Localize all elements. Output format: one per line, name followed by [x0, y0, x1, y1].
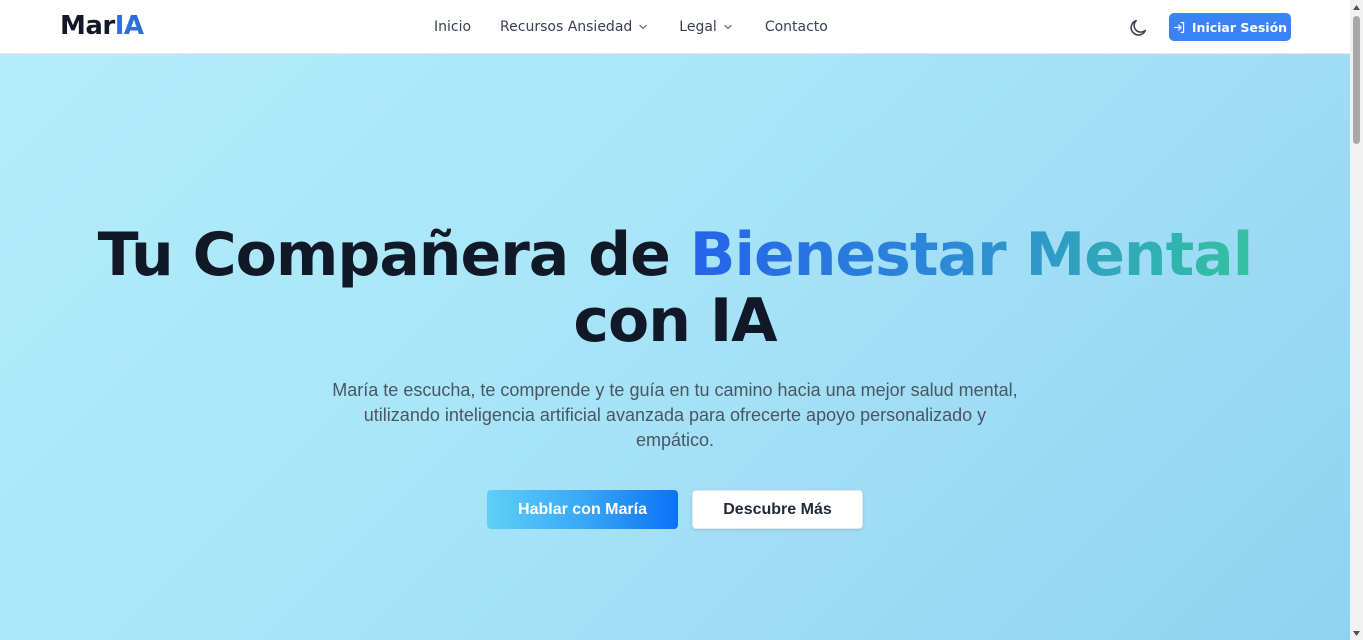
- nav-dropdown-legal[interactable]: Legal: [679, 19, 733, 35]
- theme-toggle-button[interactable]: [1127, 17, 1149, 39]
- chevron-down-icon: [724, 24, 732, 30]
- login-arrow-icon: [1173, 21, 1185, 33]
- logo-text-primary: Mar: [60, 11, 115, 41]
- navbar: MarIA Inicio Recursos Ansiedad Legal Con…: [0, 0, 1350, 54]
- hero-section: Tu Compañera de Bienestar Mental con IA …: [0, 54, 1350, 640]
- discover-more-button[interactable]: Descubre Más: [692, 490, 863, 529]
- hero-subtitle: María te escucha, te comprende y te guía…: [332, 380, 1018, 450]
- login-label: Iniciar Sesión: [1191, 19, 1288, 35]
- hero-title: Tu Compañera de Bienestar Mental con IA: [0, 222, 1350, 354]
- nav-dropdown-label: Recursos Ansiedad: [500, 19, 633, 35]
- page: MarIA Inicio Recursos Ansiedad Legal Con…: [0, 0, 1350, 640]
- logo-text-accent: IA: [114, 11, 144, 41]
- nav-link-contacto[interactable]: Contacto: [765, 19, 828, 35]
- nav-link-inicio[interactable]: Inicio: [434, 19, 471, 35]
- hero-title-highlight: Bienestar Mental: [689, 220, 1254, 290]
- main-nav: Inicio Recursos Ansiedad Legal Contacto: [434, 0, 828, 54]
- page-scrollbar[interactable]: [1350, 0, 1363, 640]
- hero-title-plain: Tu Compañera de: [97, 220, 690, 290]
- talk-to-maria-button[interactable]: Hablar con María: [487, 490, 678, 529]
- chevron-down-icon: [639, 24, 647, 30]
- scroll-down-arrow-icon[interactable]: [1350, 626, 1363, 640]
- moon-icon: [1130, 19, 1147, 36]
- logo[interactable]: MarIA: [60, 10, 144, 42]
- login-button[interactable]: Iniciar Sesión: [1169, 13, 1291, 41]
- nav-dropdown-label: Legal: [679, 19, 717, 35]
- nav-dropdown-recursos-ansiedad[interactable]: Recursos Ansiedad: [500, 19, 648, 35]
- scroll-up-arrow-icon[interactable]: [1350, 0, 1363, 14]
- scrollbar-thumb[interactable]: [1353, 16, 1360, 144]
- hero-title-line2: con IA: [573, 286, 777, 356]
